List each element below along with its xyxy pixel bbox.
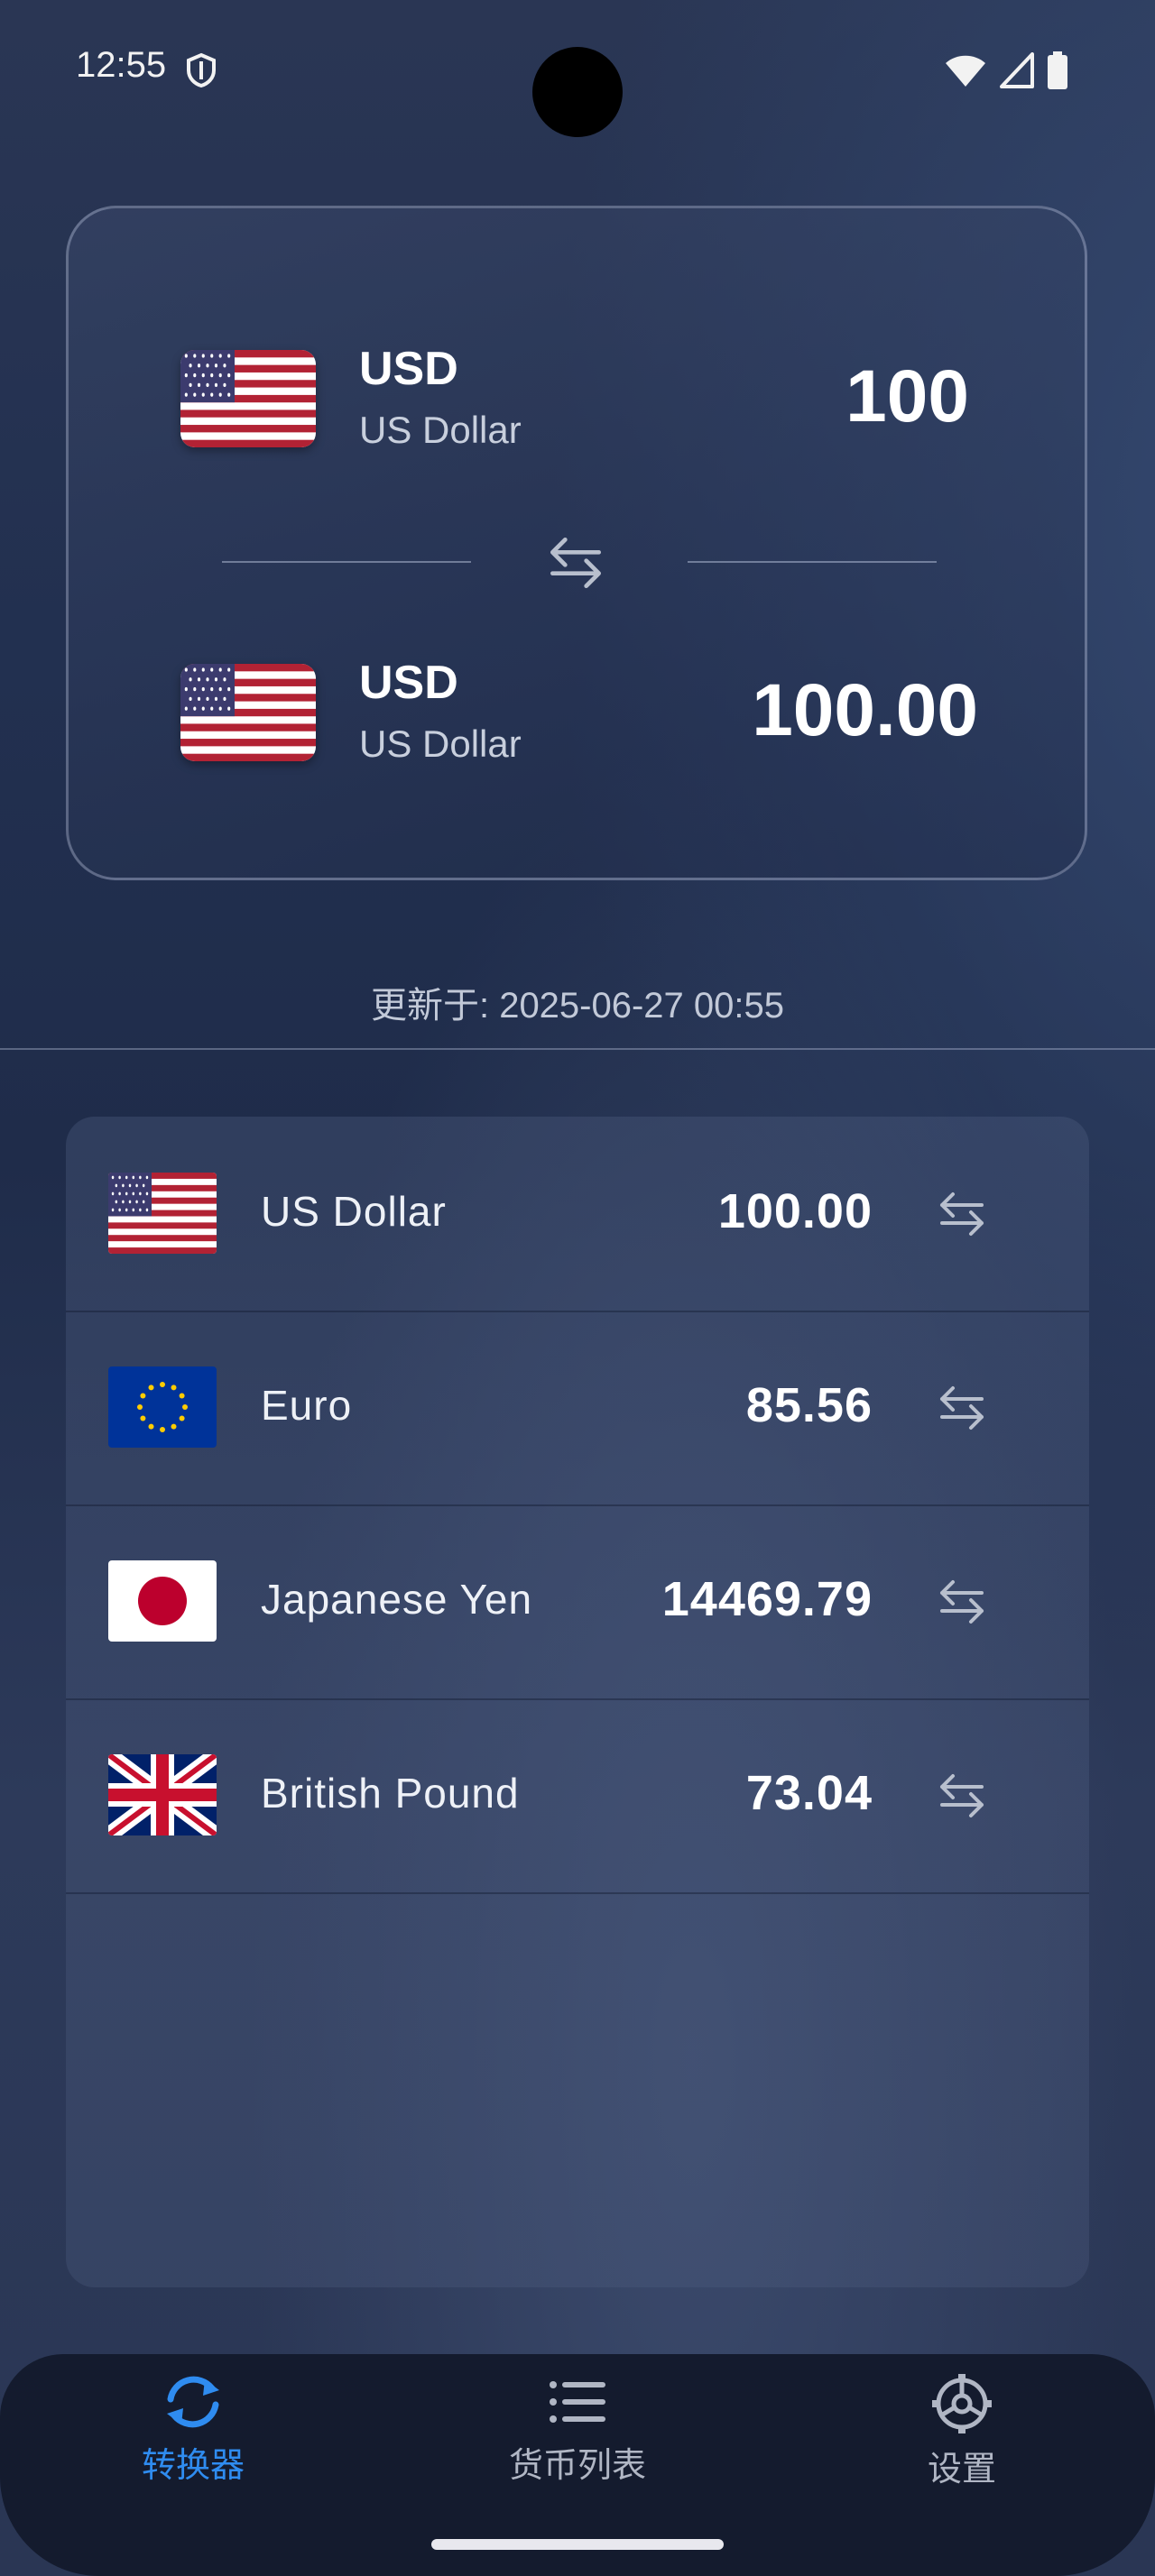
list-icon bbox=[550, 2381, 605, 2423]
nav-converter[interactable]: 转换器 bbox=[76, 2372, 310, 2516]
updated-timestamp: 更新于: 2025-06-27 00:55 bbox=[370, 986, 785, 1026]
status-time: 12:55 bbox=[76, 45, 167, 85]
battery-icon bbox=[1048, 51, 1067, 89]
nav-settings[interactable]: 设置 bbox=[845, 2372, 1079, 2516]
currency-name: Euro bbox=[261, 1382, 353, 1429]
to-amount: 100.00 bbox=[752, 669, 978, 751]
jp-flag bbox=[108, 1560, 217, 1642]
nav-currency-list[interactable]: 货币列表 bbox=[460, 2372, 695, 2516]
swap-horizontal-icon[interactable] bbox=[935, 1575, 989, 1629]
from-flag[interactable] bbox=[180, 350, 316, 447]
currency-name: US Dollar bbox=[261, 1188, 447, 1235]
status-bar: 12:55 bbox=[0, 0, 1155, 137]
nav-label-currency-list: 货币列表 bbox=[508, 2447, 646, 2485]
to-currency-code[interactable]: USD bbox=[359, 656, 458, 710]
from-amount-input[interactable]: 100 bbox=[845, 354, 969, 439]
swap-horizontal-icon[interactable] bbox=[935, 1187, 989, 1241]
currency-value: 85.56 bbox=[745, 1378, 873, 1432]
currency-value: 14469.79 bbox=[661, 1572, 873, 1626]
swap-horizontal-icon[interactable] bbox=[544, 531, 607, 594]
list-item[interactable]: US Dollar 100.00 bbox=[66, 1117, 1089, 1312]
nav-label-converter: 转换器 bbox=[141, 2447, 245, 2485]
app-screen: 12:55 USD US Dollar 100 USD US Dollar 10… bbox=[0, 0, 1155, 2576]
currency-name: British Pound bbox=[261, 1770, 520, 1817]
to-flag[interactable] bbox=[180, 664, 316, 761]
swap-horizontal-icon[interactable] bbox=[935, 1769, 989, 1823]
home-indicator[interactable] bbox=[431, 2539, 724, 2550]
from-currency-code[interactable]: USD bbox=[359, 342, 458, 396]
refresh-icon bbox=[167, 2376, 219, 2428]
wifi-icon bbox=[946, 55, 985, 87]
gb-flag bbox=[108, 1754, 217, 1835]
currency-value: 100.00 bbox=[717, 1184, 873, 1238]
currency-name: Japanese Yen bbox=[261, 1576, 533, 1623]
shield-icon bbox=[187, 52, 216, 88]
eu-flag bbox=[108, 1366, 217, 1448]
converter-card: USD US Dollar 100 USD US Dollar 100.00 bbox=[66, 206, 1087, 880]
to-currency-name: US Dollar bbox=[359, 722, 522, 765]
from-currency-name: US Dollar bbox=[359, 409, 522, 451]
us-flag bbox=[108, 1173, 217, 1254]
status-icons bbox=[944, 51, 1068, 90]
divider-right bbox=[688, 561, 937, 563]
camera-cutout bbox=[532, 47, 623, 137]
list-item[interactable]: Japanese Yen 14469.79 bbox=[66, 1504, 1089, 1700]
gear-icon bbox=[932, 2374, 992, 2433]
nav-label-settings: 设置 bbox=[927, 2451, 996, 2489]
list-item[interactable]: Euro 85.56 bbox=[66, 1311, 1089, 1506]
currency-value: 73.04 bbox=[745, 1766, 873, 1820]
swap-horizontal-icon[interactable] bbox=[935, 1381, 989, 1435]
rates-list: US Dollar 100.00 Euro 85.56 Japanese Yen… bbox=[66, 1117, 1089, 2287]
section-divider bbox=[0, 1048, 1155, 1050]
signal-icon bbox=[1000, 52, 1034, 88]
list-item[interactable]: British Pound 73.04 bbox=[66, 1698, 1089, 1894]
divider-left bbox=[222, 561, 471, 563]
